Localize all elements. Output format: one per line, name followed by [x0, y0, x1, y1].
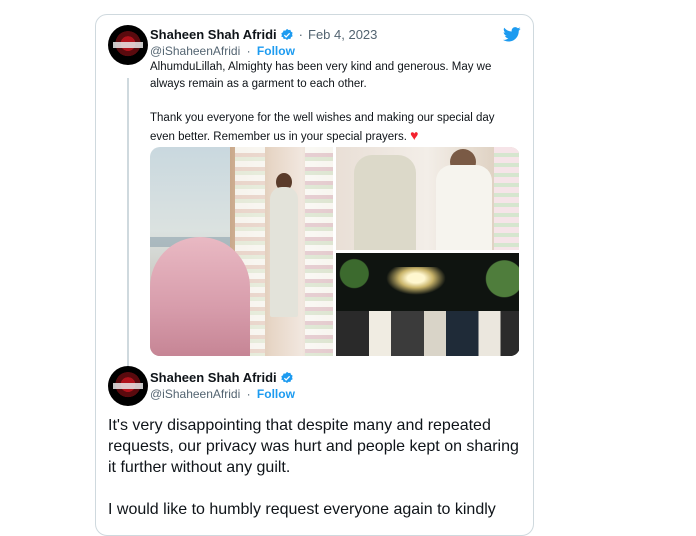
photo-groom — [270, 187, 298, 317]
separator: · — [298, 27, 303, 42]
tweet1-author-row: Shaheen Shah Afridi · Feb 4, 2023 — [150, 27, 377, 42]
avatar[interactable] — [108, 25, 148, 65]
dot-separator: · — [246, 387, 251, 401]
author-name[interactable]: Shaheen Shah Afridi — [150, 370, 277, 385]
author-handle[interactable]: @iShaheenAfridi — [150, 387, 240, 401]
twitter-bird-icon[interactable] — [503, 27, 521, 42]
photo-flowers-right — [305, 147, 333, 356]
tweet2-paragraph-1: It's very disappointing that despite man… — [108, 417, 519, 476]
photo-person-1 — [354, 155, 416, 250]
tweet1-photo-grid — [150, 147, 520, 356]
dot-separator: · — [246, 44, 251, 58]
photo-groom-with-guest[interactable] — [336, 147, 519, 250]
author-handle[interactable]: @iShaheenAfridi — [150, 44, 240, 58]
photo-couple-stage[interactable] — [150, 147, 333, 356]
follow-button[interactable]: Follow — [257, 44, 295, 58]
photo-group-chandelier[interactable] — [336, 253, 519, 356]
tweet1-paragraph-2: Thank you everyone for the well wishes a… — [150, 110, 520, 146]
tweet2-paragraph-2: I would like to humbly request everyone … — [108, 501, 496, 518]
verified-badge-icon — [280, 28, 293, 40]
thread-connector-line — [127, 78, 129, 368]
photo-flower-wall — [494, 147, 519, 250]
avatar-logo-bar — [113, 383, 143, 389]
tweet1-paragraph-1: AlhumduLillah, Almighty has been very ki… — [150, 61, 492, 90]
photo-chandelier — [386, 267, 446, 295]
verified-badge-icon — [280, 371, 293, 383]
tweet2-handle-row: @iShaheenAfridi · Follow — [150, 387, 295, 401]
follow-button[interactable]: Follow — [257, 387, 295, 401]
tweet1-paragraph-2-text: Thank you everyone for the well wishes a… — [150, 112, 495, 143]
avatar[interactable] — [108, 366, 148, 406]
embedded-tweet-card: Shaheen Shah Afridi · Feb 4, 2023 @iShah… — [95, 14, 534, 536]
avatar-logo-bar — [113, 42, 143, 48]
heart-icon: ♥ — [410, 127, 419, 143]
tweet2-text: It's very disappointing that despite man… — [108, 415, 523, 535]
photo-group — [336, 311, 519, 356]
tweet-date[interactable]: Feb 4, 2023 — [308, 27, 377, 42]
tweet1-handle-row: @iShaheenAfridi · Follow — [150, 44, 295, 58]
photo-bride — [150, 237, 250, 356]
photo-person-2 — [436, 165, 492, 250]
tweet2-author-row: Shaheen Shah Afridi — [150, 370, 294, 385]
author-name[interactable]: Shaheen Shah Afridi — [150, 27, 277, 42]
